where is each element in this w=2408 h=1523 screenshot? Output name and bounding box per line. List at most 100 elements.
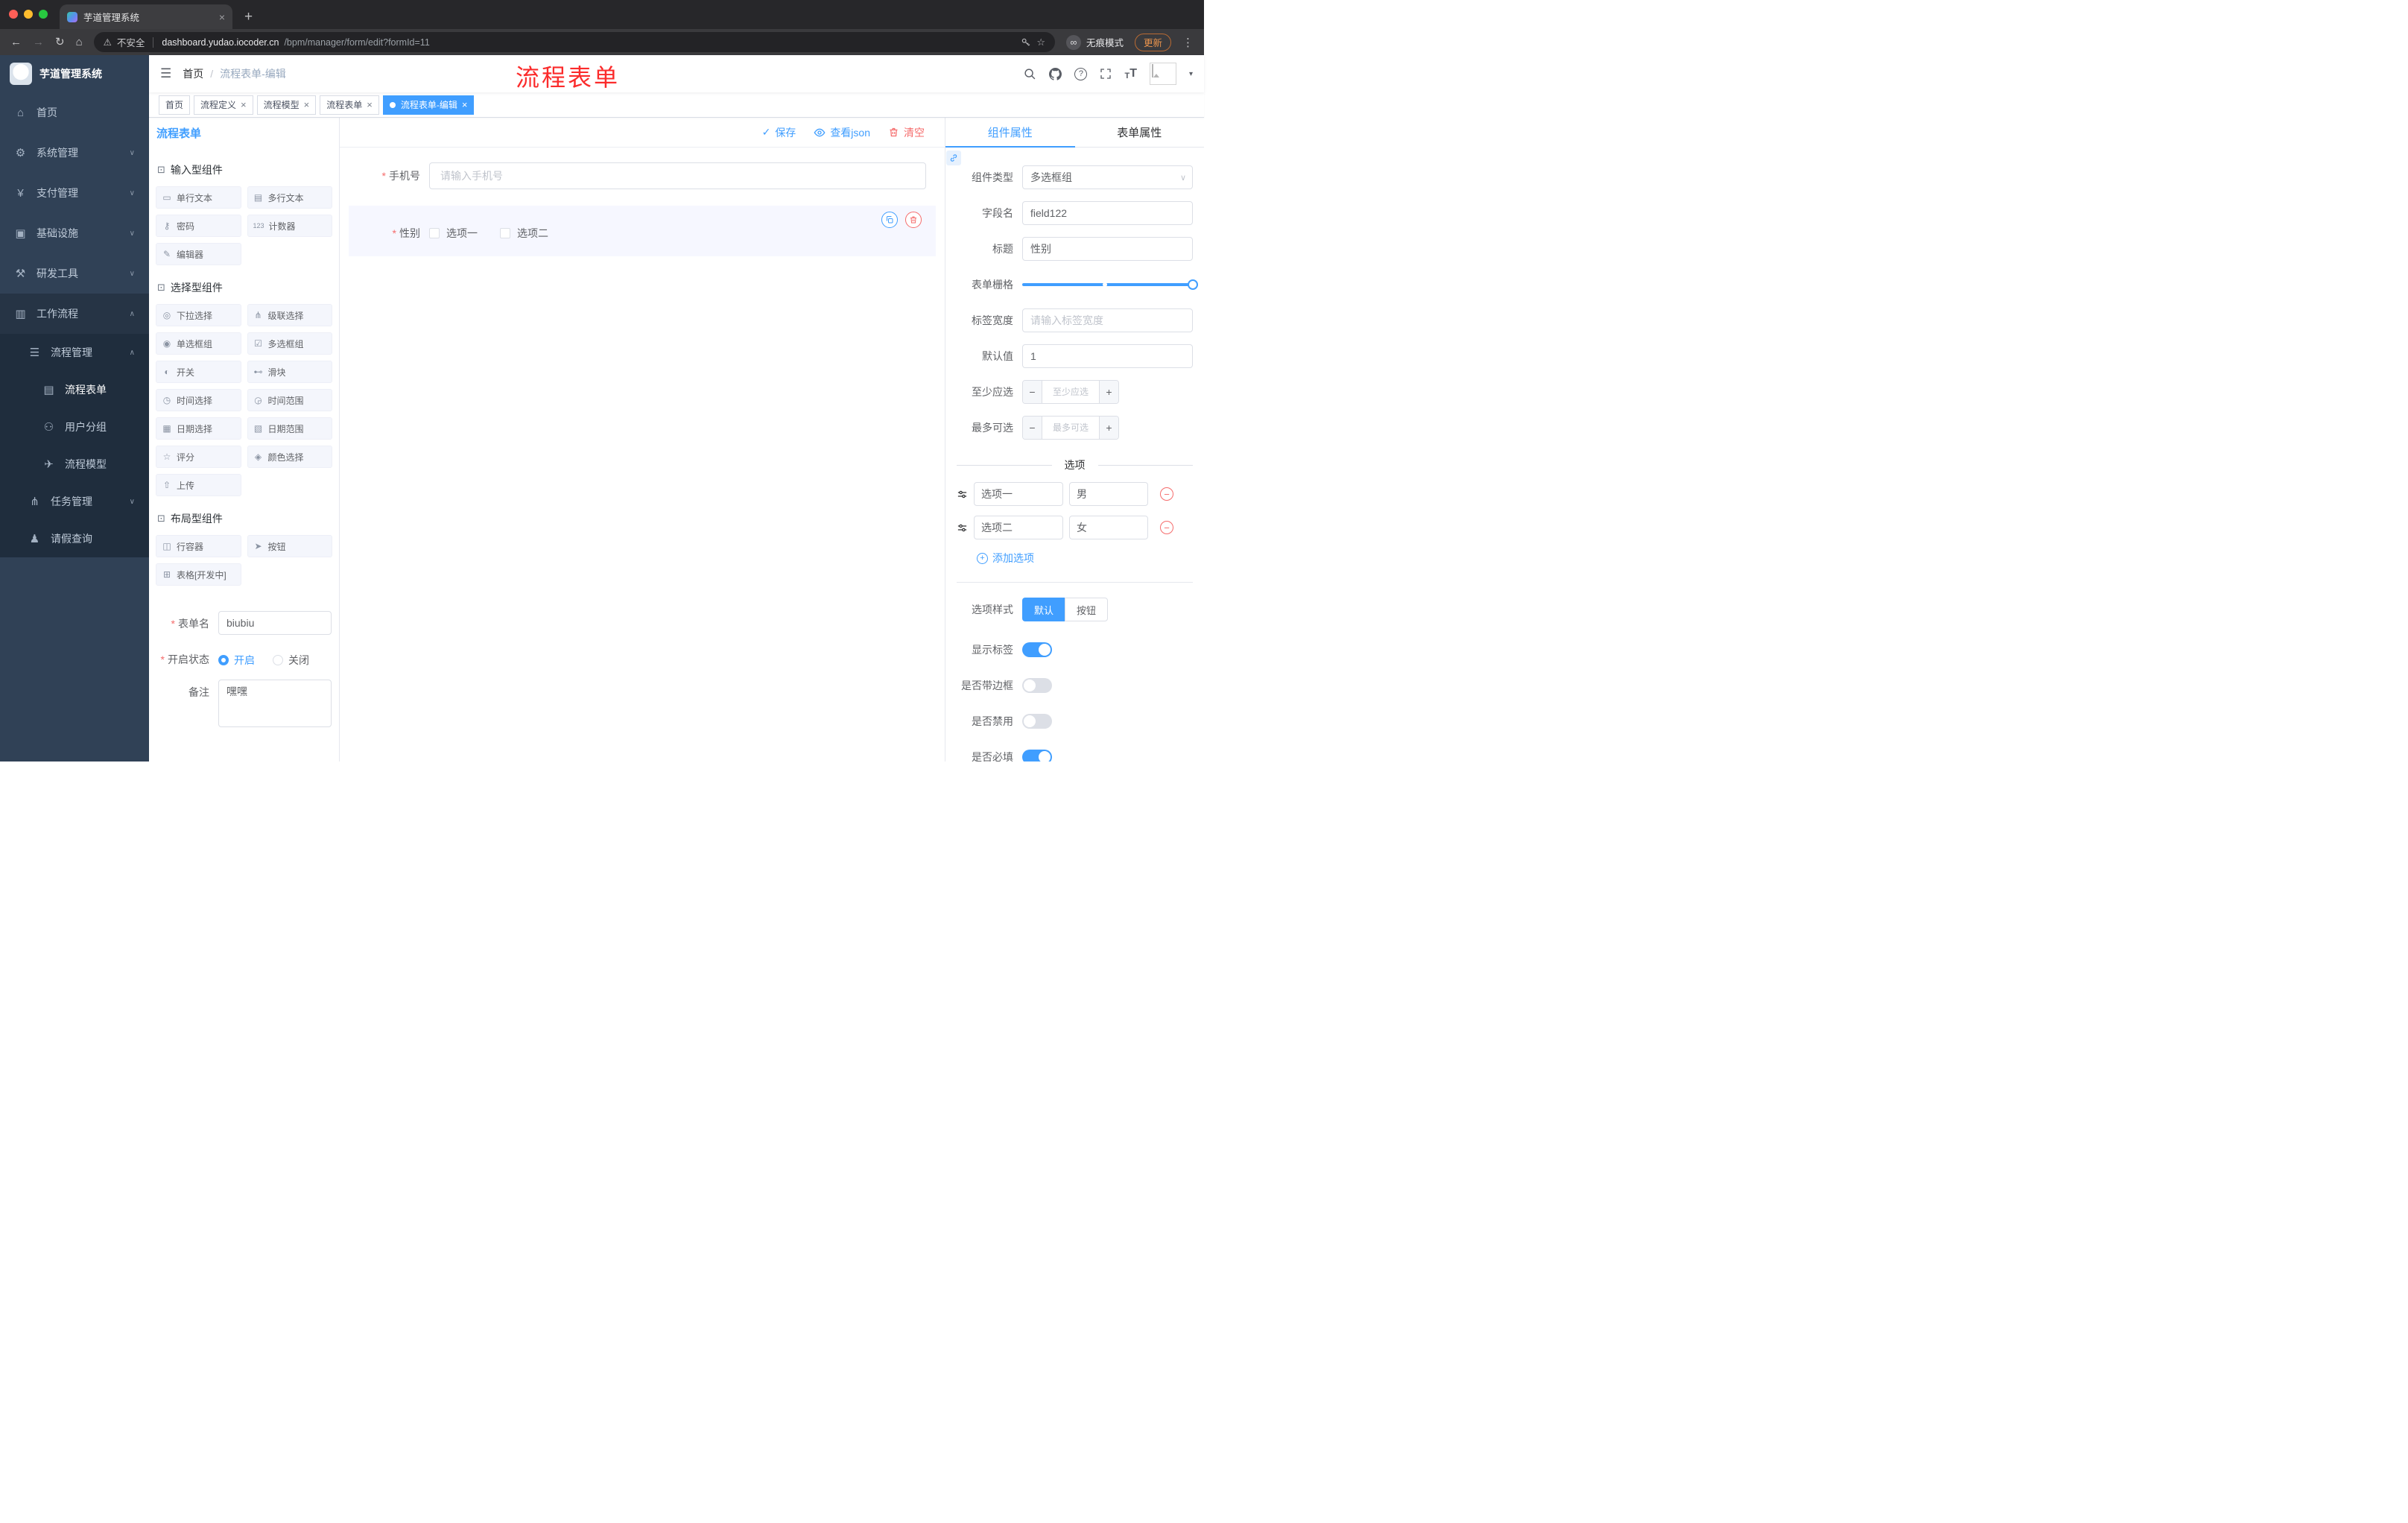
- component-chip-multi-text[interactable]: ▤ 多行文本: [247, 186, 332, 209]
- tab-component-props[interactable]: 组件属性: [945, 118, 1075, 148]
- delete-icon[interactable]: [905, 212, 922, 228]
- window-zoom-button[interactable]: [39, 9, 48, 19]
- min-select-input[interactable]: [1042, 381, 1099, 403]
- component-chip-color-picker[interactable]: ◈ 颜色选择: [247, 446, 332, 468]
- sidebar-item-workflow[interactable]: ▥ 工作流程 ∧: [0, 294, 149, 334]
- tag-home[interactable]: 首页: [159, 95, 191, 115]
- search-icon[interactable]: [1024, 68, 1036, 80]
- close-icon[interactable]: ×: [304, 99, 310, 110]
- max-select-input[interactable]: [1042, 417, 1099, 439]
- browser-tab[interactable]: 芋道管理系统 ×: [60, 4, 232, 29]
- minus-button[interactable]: −: [1023, 417, 1042, 439]
- add-option-button[interactable]: + 添加选项: [977, 551, 1193, 566]
- status-radio-off[interactable]: 关闭: [273, 653, 309, 668]
- style-default-button[interactable]: 默认: [1022, 598, 1065, 621]
- sidebar-item-devtools[interactable]: ⚒ 研发工具 ∨: [0, 253, 149, 294]
- help-icon[interactable]: ?: [1074, 67, 1088, 80]
- show-label-switch[interactable]: [1022, 642, 1052, 657]
- field-name-input[interactable]: [1022, 201, 1193, 225]
- avatar-caret-icon[interactable]: ▾: [1189, 70, 1193, 78]
- component-chip-time-picker[interactable]: ◷ 时间选择: [156, 389, 241, 411]
- sidebar-item-payment[interactable]: ¥ 支付管理 ∨: [0, 173, 149, 213]
- tag-process-form[interactable]: 流程表单 ×: [320, 95, 379, 115]
- remove-option-icon[interactable]: −: [1160, 521, 1173, 534]
- component-chip-time-range[interactable]: ◶ 时间范围: [247, 389, 332, 411]
- component-chip-password[interactable]: ⚷ 密码: [156, 215, 241, 237]
- phone-input[interactable]: [429, 162, 926, 189]
- bookmark-star-icon[interactable]: ☆: [1036, 37, 1045, 48]
- tag-process-definition[interactable]: 流程定义 ×: [194, 95, 253, 115]
- sidebar-item-process-mgmt[interactable]: ☰ 流程管理 ∧: [0, 334, 149, 371]
- tag-process-form-edit[interactable]: 流程表单-编辑 ×: [382, 95, 475, 115]
- component-chip-date-picker[interactable]: ▦ 日期选择: [156, 417, 241, 440]
- back-icon[interactable]: ←: [10, 37, 22, 48]
- link-icon[interactable]: [946, 151, 961, 165]
- copy-icon[interactable]: [881, 212, 898, 228]
- plus-button[interactable]: +: [1099, 417, 1118, 439]
- github-icon[interactable]: [1049, 67, 1062, 80]
- remove-option-icon[interactable]: −: [1160, 487, 1173, 501]
- plus-button[interactable]: +: [1099, 381, 1118, 403]
- option-value-input[interactable]: [1069, 482, 1148, 506]
- sidebar-item-process-form[interactable]: ▤ 流程表单: [0, 371, 149, 408]
- drag-handle-icon[interactable]: [957, 522, 968, 533]
- component-chip-date-range[interactable]: ▧ 日期范围: [247, 417, 332, 440]
- option-label-input[interactable]: [974, 516, 1063, 539]
- component-type-select[interactable]: ∨: [1022, 165, 1193, 189]
- sidebar-item-user-group[interactable]: ⚇ 用户分组: [0, 408, 149, 446]
- fullscreen-icon[interactable]: [1100, 68, 1112, 80]
- sidebar-item-process-model[interactable]: ✈ 流程模型: [0, 446, 149, 483]
- border-switch[interactable]: [1022, 678, 1052, 693]
- default-value-input[interactable]: [1022, 344, 1193, 368]
- clear-button[interactable]: 清空: [888, 125, 925, 140]
- form-name-input[interactable]: [218, 611, 332, 635]
- component-chip-row-container[interactable]: ◫ 行容器: [156, 535, 241, 557]
- component-chip-slider[interactable]: ⊷ 滑块: [247, 361, 332, 383]
- option-label-input[interactable]: [974, 482, 1063, 506]
- sidebar-item-leave-query[interactable]: ♟ 请假查询: [0, 520, 149, 557]
- component-chip-cascader[interactable]: ⋔ 级联选择: [247, 304, 332, 326]
- save-button[interactable]: ✓ 保存: [762, 125, 796, 140]
- sidebar-logo[interactable]: 芋道管理系统: [0, 55, 149, 92]
- minus-button[interactable]: −: [1023, 381, 1042, 403]
- checkbox-option-2[interactable]: 选项二: [500, 226, 548, 241]
- new-tab-button[interactable]: +: [244, 9, 253, 25]
- component-chip-rate[interactable]: ☆ 评分: [156, 446, 241, 468]
- component-chip-counter[interactable]: 123 计数器: [247, 215, 332, 237]
- title-input[interactable]: [1022, 237, 1193, 261]
- option-value-input[interactable]: [1069, 516, 1148, 539]
- reload-icon[interactable]: ↻: [55, 37, 65, 48]
- disabled-switch[interactable]: [1022, 714, 1052, 729]
- close-icon[interactable]: ×: [241, 99, 247, 110]
- component-chip-radio-group[interactable]: ◉ 单选框组: [156, 332, 241, 355]
- form-remark-textarea[interactable]: 嘿嘿: [218, 680, 332, 727]
- drag-handle-icon[interactable]: [957, 489, 968, 500]
- sidebar-item-task-mgmt[interactable]: ⋔ 任务管理 ∨: [0, 483, 149, 520]
- component-chip-editor[interactable]: ✎ 编辑器: [156, 243, 241, 265]
- status-radio-on[interactable]: 开启: [218, 653, 255, 668]
- font-size-icon[interactable]: TT: [1124, 67, 1137, 80]
- checkbox-option-1[interactable]: 选项一: [429, 226, 478, 241]
- view-json-button[interactable]: 查看json: [814, 125, 870, 140]
- sidebar-item-system[interactable]: ⚙ 系统管理 ∨: [0, 133, 149, 173]
- sidebar-item-home[interactable]: ⌂ 首页: [0, 92, 149, 133]
- tag-process-model[interactable]: 流程模型 ×: [256, 95, 317, 115]
- avatar[interactable]: [1149, 63, 1176, 85]
- tab-close-icon[interactable]: ×: [219, 11, 225, 23]
- browser-home-icon[interactable]: ⌂: [76, 37, 83, 48]
- breadcrumb-home[interactable]: 首页: [183, 66, 203, 81]
- key-icon[interactable]: [1021, 37, 1031, 48]
- url-field[interactable]: ⚠ 不安全 dashboard.yudao.iocoder.cn/bpm/man…: [93, 32, 1055, 52]
- slider-handle[interactable]: [1188, 279, 1198, 290]
- component-chip-switch[interactable]: ◐ 开关: [156, 361, 241, 383]
- forward-icon[interactable]: →: [33, 37, 44, 48]
- window-minimize-button[interactable]: [24, 9, 33, 19]
- close-icon[interactable]: ×: [367, 99, 373, 110]
- grid-slider[interactable]: [1022, 273, 1198, 297]
- browser-menu-icon[interactable]: ⋮: [1182, 36, 1194, 49]
- label-width-input[interactable]: [1022, 308, 1193, 332]
- required-switch[interactable]: [1022, 750, 1052, 762]
- update-button[interactable]: 更新: [1134, 33, 1171, 51]
- component-chip-select[interactable]: ◎ 下拉选择: [156, 304, 241, 326]
- component-chip-upload[interactable]: ⇧ 上传: [156, 474, 241, 496]
